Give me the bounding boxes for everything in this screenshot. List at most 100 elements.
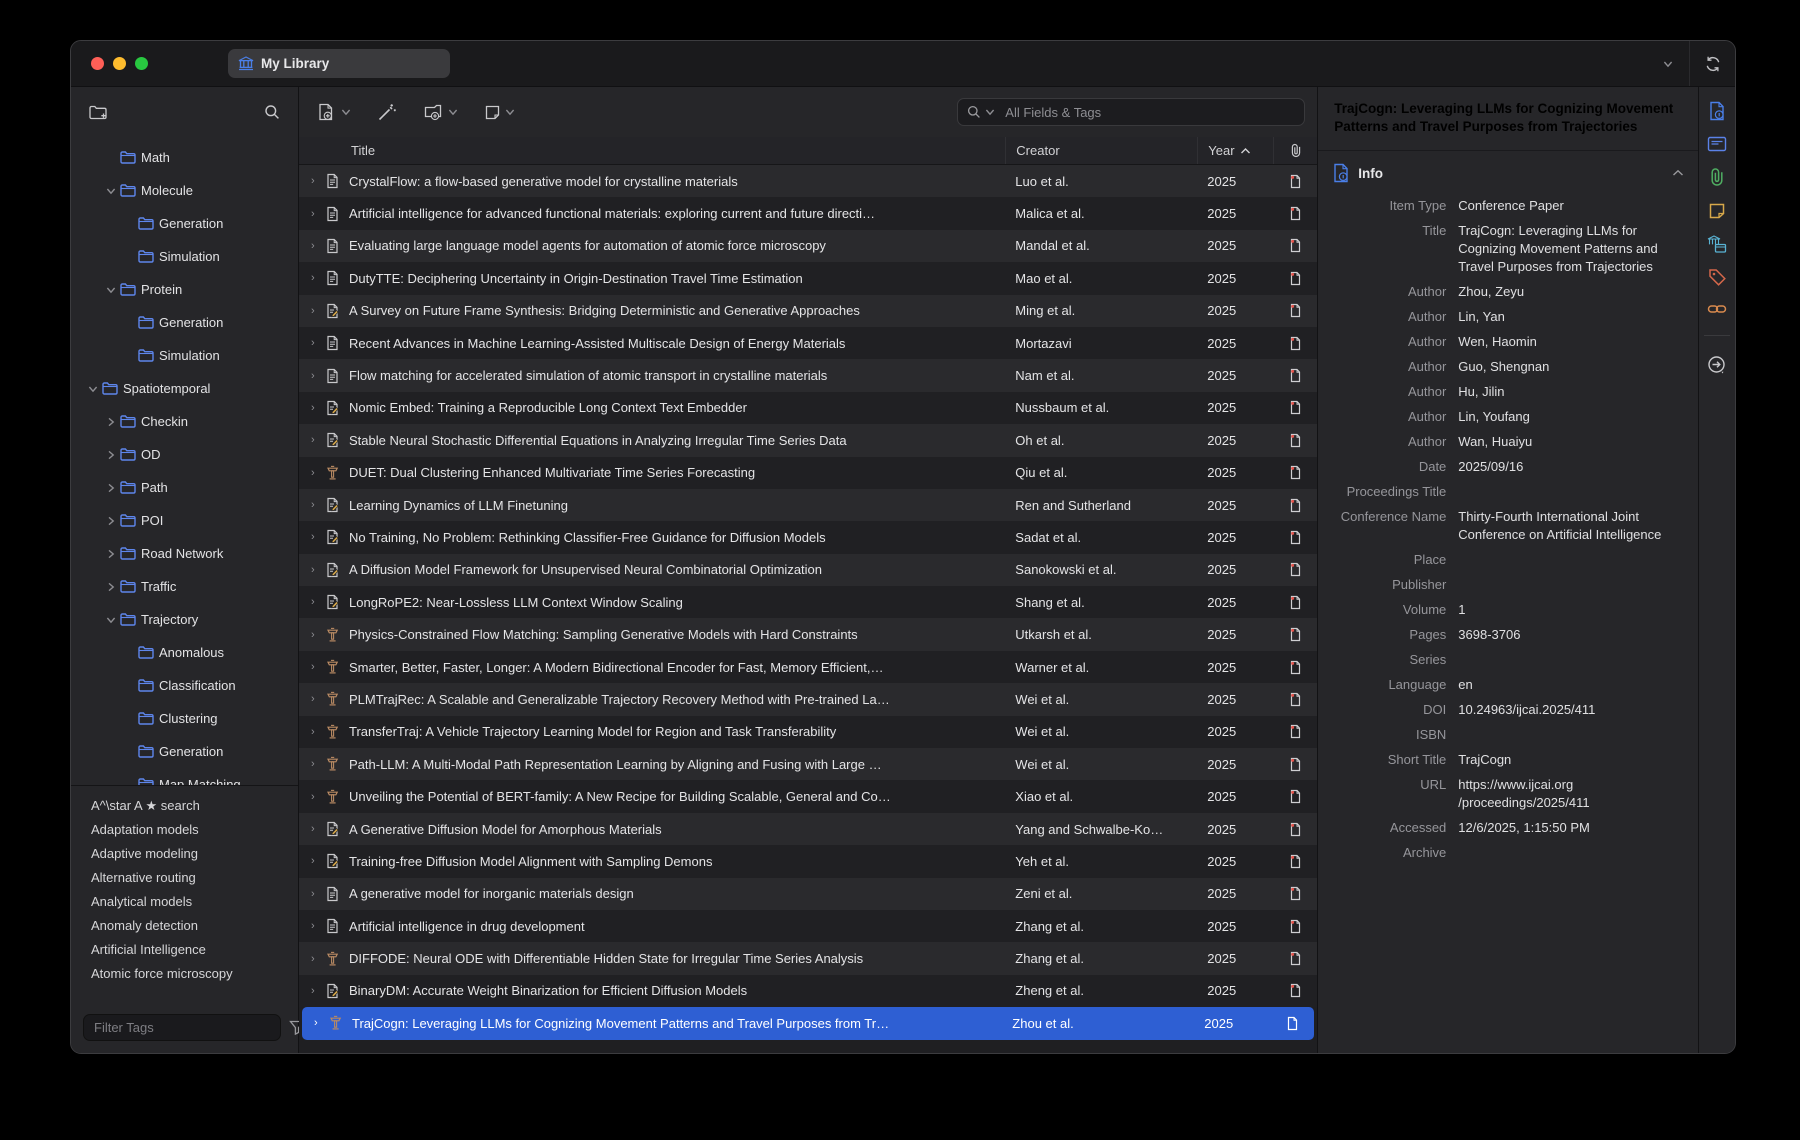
chevron-right-icon[interactable] xyxy=(102,450,120,460)
row-expand-chevron-icon[interactable]: › xyxy=(299,629,325,641)
row-expand-chevron-icon[interactable]: › xyxy=(299,920,325,932)
row-expand-chevron-icon[interactable]: › xyxy=(299,434,325,446)
new-item-button[interactable] xyxy=(317,103,351,121)
tag-item[interactable]: Analytical models xyxy=(71,890,298,914)
field-value[interactable]: Conference Paper xyxy=(1458,197,1670,215)
chevron-right-icon[interactable] xyxy=(102,483,120,493)
collapse-section-icon[interactable] xyxy=(1672,169,1684,177)
field-value[interactable] xyxy=(1458,844,1670,862)
tag-item[interactable]: Adaptation models xyxy=(71,818,298,842)
field-value[interactable] xyxy=(1458,651,1670,669)
row-expand-chevron-icon[interactable]: › xyxy=(299,791,325,803)
row-expand-chevron-icon[interactable]: › xyxy=(299,531,325,543)
table-row[interactable]: ›A Survey on Future Frame Synthesis: Bri… xyxy=(299,295,1317,327)
info-section-header[interactable]: Info xyxy=(1318,151,1698,191)
table-row[interactable]: ›Flow matching for accelerated simulatio… xyxy=(299,359,1317,391)
table-row[interactable]: ›Nomic Embed: Training a Reproducible Lo… xyxy=(299,392,1317,424)
row-expand-chevron-icon[interactable]: › xyxy=(299,240,325,252)
field-value[interactable]: 2025/09/16 xyxy=(1458,458,1670,476)
table-row[interactable]: ›Evaluating large language model agents … xyxy=(299,230,1317,262)
chevron-right-icon[interactable] xyxy=(102,417,120,427)
row-expand-chevron-icon[interactable]: › xyxy=(299,693,325,705)
sidenav-abstract-button[interactable] xyxy=(1707,136,1727,152)
row-expand-chevron-icon[interactable]: › xyxy=(299,855,325,867)
collection-item-trajectory[interactable]: Trajectory xyxy=(71,603,298,636)
sync-button[interactable] xyxy=(1689,41,1735,86)
collection-item-molecule[interactable]: Molecule xyxy=(71,174,298,207)
tab-my-library[interactable]: My Library xyxy=(228,49,450,78)
field-value[interactable]: Hu, Jilin xyxy=(1458,383,1670,401)
sidenav-attachments-button[interactable] xyxy=(1709,167,1725,187)
chevron-down-icon[interactable] xyxy=(102,187,120,195)
tag-item[interactable]: A^\star A ★ search xyxy=(71,794,298,818)
field-value[interactable]: Lin, Yan xyxy=(1458,308,1670,326)
row-expand-chevron-icon[interactable]: › xyxy=(299,726,325,738)
table-row[interactable]: ›A Generative Diffusion Model for Amorph… xyxy=(299,813,1317,845)
row-expand-chevron-icon[interactable]: › xyxy=(299,823,325,835)
field-value[interactable] xyxy=(1458,551,1670,569)
field-value[interactable] xyxy=(1458,576,1670,594)
collapse-tabbar-icon[interactable] xyxy=(1647,60,1689,68)
table-row[interactable]: ›LongRoPE2: Near-Lossless LLM Context Wi… xyxy=(299,586,1317,618)
zoom-window-button[interactable] xyxy=(135,57,148,70)
row-expand-chevron-icon[interactable]: › xyxy=(299,402,325,414)
chevron-right-icon[interactable] xyxy=(102,582,120,592)
table-row[interactable]: ›BinaryDM: Accurate Weight Binarization … xyxy=(299,975,1317,1007)
row-expand-chevron-icon[interactable]: › xyxy=(299,337,325,349)
sidenav-tags-button[interactable] xyxy=(1708,268,1727,287)
field-value[interactable]: TrajCogn xyxy=(1458,751,1670,769)
tag-item[interactable]: Atomic force microscopy xyxy=(71,962,298,986)
table-row[interactable]: ›DUET: Dual Clustering Enhanced Multivar… xyxy=(299,457,1317,489)
chevron-right-icon[interactable] xyxy=(102,516,120,526)
column-header-title[interactable]: Title xyxy=(299,137,1005,164)
row-expand-chevron-icon[interactable]: › xyxy=(299,175,325,187)
field-value[interactable]: en xyxy=(1458,676,1670,694)
row-expand-chevron-icon[interactable]: › xyxy=(299,499,325,511)
field-value[interactable]: Zhou, Zeyu xyxy=(1458,283,1670,301)
field-value[interactable]: 10.24963/ijcai.2025/411 xyxy=(1458,701,1670,719)
table-row[interactable]: ›Learning Dynamics of LLM FinetuningRen … xyxy=(299,489,1317,521)
field-value[interactable]: Wen, Haomin xyxy=(1458,333,1670,351)
table-row[interactable]: ›Artificial intelligence in drug develop… xyxy=(299,910,1317,942)
collection-item-simulation[interactable]: Simulation xyxy=(71,339,298,372)
collection-item-protein[interactable]: Protein xyxy=(71,273,298,306)
sidenav-notes-button[interactable] xyxy=(1708,202,1726,220)
field-value[interactable]: 12/6/2025, 1:15:50 PM xyxy=(1458,819,1670,837)
row-expand-chevron-icon[interactable]: › xyxy=(299,596,325,608)
collection-item-traffic[interactable]: Traffic xyxy=(71,570,298,603)
filter-tags-input[interactable] xyxy=(83,1014,281,1041)
add-by-identifier-button[interactable] xyxy=(377,103,397,122)
chevron-down-icon[interactable] xyxy=(102,286,120,294)
field-value[interactable] xyxy=(1458,483,1670,501)
collection-item-generation[interactable]: Generation xyxy=(71,207,298,240)
new-attachment-button[interactable] xyxy=(423,103,458,121)
chevron-right-icon[interactable] xyxy=(102,549,120,559)
sidenav-libraries-collections-button[interactable] xyxy=(1707,235,1727,253)
table-row[interactable]: ›TransferTraj: A Vehicle Trajectory Lear… xyxy=(299,716,1317,748)
search-input[interactable]: All Fields & Tags xyxy=(957,98,1305,126)
field-value[interactable] xyxy=(1458,726,1670,744)
table-row[interactable]: ›A generative model for inorganic materi… xyxy=(299,878,1317,910)
collection-item-clustering[interactable]: Clustering xyxy=(71,702,298,735)
sidenav-info-button[interactable] xyxy=(1708,101,1726,121)
table-row[interactable]: ›Path-LLM: A Multi-Modal Path Representa… xyxy=(299,748,1317,780)
collection-item-math[interactable]: Math xyxy=(71,141,298,174)
collection-search-button[interactable] xyxy=(264,104,280,120)
collection-item-poi[interactable]: POI xyxy=(71,504,298,537)
row-expand-chevron-icon[interactable]: › xyxy=(299,953,325,965)
row-expand-chevron-icon[interactable]: › xyxy=(299,661,325,673)
row-expand-chevron-icon[interactable]: › xyxy=(299,758,325,770)
table-row[interactable]: ›DIFFODE: Neural ODE with Differentiable… xyxy=(299,942,1317,974)
field-value[interactable]: 1 xyxy=(1458,601,1670,619)
chevron-down-icon[interactable] xyxy=(84,385,102,393)
row-expand-chevron-icon[interactable]: › xyxy=(299,305,325,317)
minimize-window-button[interactable] xyxy=(113,57,126,70)
sidenav-related-button[interactable] xyxy=(1707,302,1727,316)
collection-item-path[interactable]: Path xyxy=(71,471,298,504)
collection-item-anomalous[interactable]: Anomalous xyxy=(71,636,298,669)
tag-item[interactable]: Artificial Intelligence xyxy=(71,938,298,962)
field-value[interactable]: Lin, Youfang xyxy=(1458,408,1670,426)
table-row[interactable]: ›Training-free Diffusion Model Alignment… xyxy=(299,845,1317,877)
field-value[interactable]: Wan, Huaiyu xyxy=(1458,433,1670,451)
row-expand-chevron-icon[interactable]: › xyxy=(299,370,325,382)
